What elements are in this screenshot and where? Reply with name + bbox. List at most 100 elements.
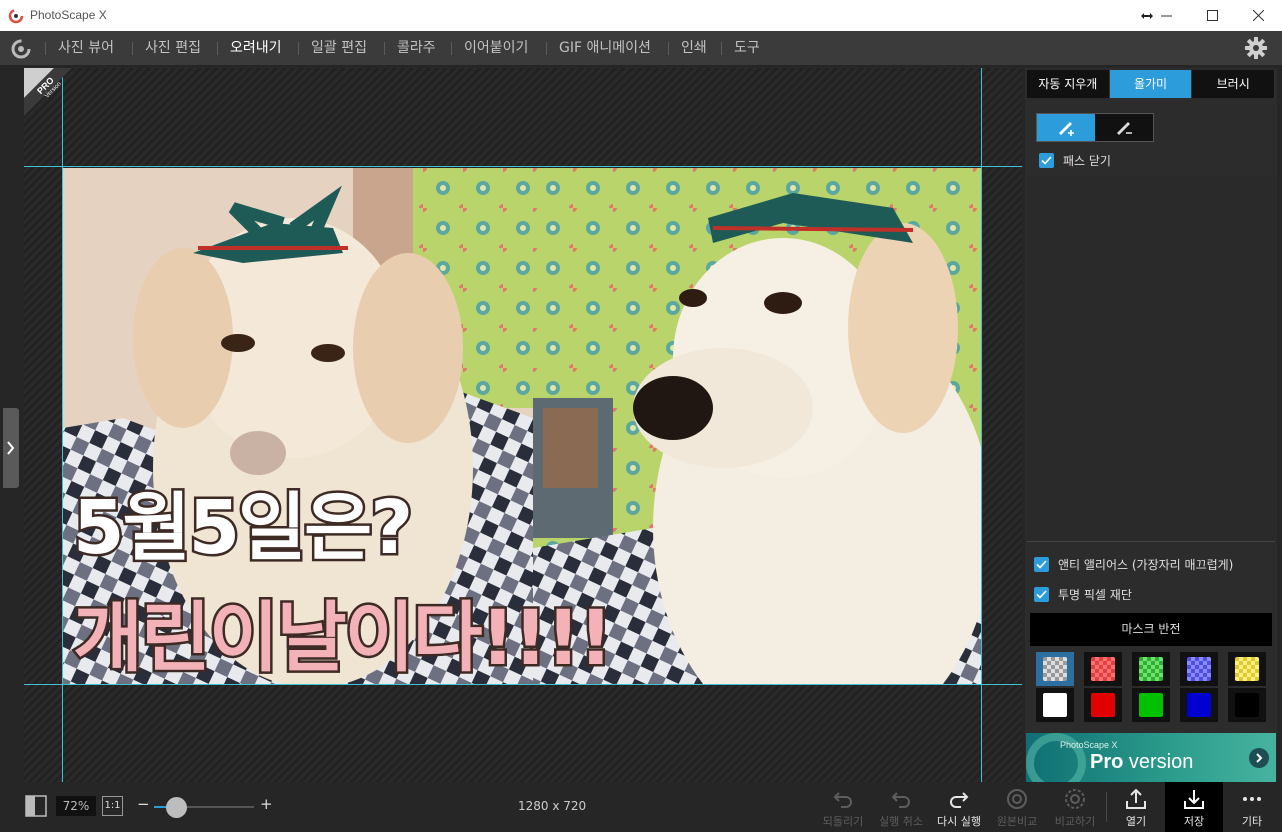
maximize-button[interactable] (1189, 0, 1235, 31)
window-title: PhotoScape X (30, 8, 107, 22)
redo-label: 다시 실행 (937, 815, 981, 828)
settings-gear-icon[interactable] (1245, 37, 1267, 59)
save-icon (1184, 790, 1204, 809)
menu-photo-viewer[interactable]: 사진 뷰어 (58, 31, 114, 65)
photoscape-logo-icon (8, 8, 24, 24)
close-path-option[interactable]: 패스 닫기 (1039, 152, 1111, 169)
swatch-black[interactable] (1228, 688, 1266, 722)
color-swatch (1187, 693, 1211, 717)
main-menu-bar: 사진 뷰어 사진 편집 오려내기 일괄 편집 콜라주 이어붙이기 GIF 애니메… (0, 31, 1282, 65)
swatch-red-checker[interactable] (1084, 652, 1122, 686)
brush-plus-icon (1059, 121, 1074, 136)
swatch-blue-checker[interactable] (1180, 652, 1218, 686)
swatch-blue[interactable] (1180, 688, 1218, 722)
compare-button[interactable]: 비교하기 (1046, 782, 1104, 832)
transparent-cut-option[interactable]: 투명 픽셀 재단 (1034, 586, 1132, 603)
tab-auto-eraser[interactable]: 자동 지우개 (1027, 70, 1110, 98)
undo-icon (891, 792, 910, 808)
close-path-checkbox[interactable] (1039, 153, 1054, 168)
checker-swatch (1235, 657, 1259, 681)
caption-line-1: 5월5일은? (70, 483, 415, 574)
pro-version-banner[interactable]: PhotoScape X Pro version (1026, 733, 1276, 782)
menu-collage[interactable]: 콜라주 (397, 31, 436, 65)
close-button[interactable] (1235, 0, 1281, 31)
photoscape-window: PhotoScape X 사진 뷰어 사진 편집 오려내기 일괄 편집 콜라주 … (0, 0, 1282, 832)
revert-label: 되돌리기 (822, 815, 864, 828)
revert-button[interactable]: 되돌리기 (814, 782, 872, 832)
chevron-right-icon (7, 441, 15, 455)
antialias-label: 앤티 앨리어스 (가장자리 매끄럽게) (1058, 558, 1234, 572)
compare-icon (1065, 789, 1085, 809)
zoom-in-icon[interactable]: + (260, 795, 273, 813)
color-swatch (1139, 693, 1163, 717)
menu-gif-animation[interactable]: GIF 애니메이션 (559, 31, 651, 65)
more-label: 기타 (1241, 815, 1263, 828)
transparent-cut-checkbox[interactable] (1034, 587, 1049, 602)
compare-original-label: 원본비교 (996, 815, 1038, 828)
zoom-slider-handle[interactable] (165, 797, 187, 818)
checker-swatch (1091, 657, 1115, 681)
checkmark-icon (1041, 156, 1052, 165)
swatch-transparent[interactable] (1036, 652, 1074, 686)
redo-button[interactable]: 다시 실행 (930, 782, 988, 832)
color-swatch (1091, 693, 1115, 717)
save-button[interactable]: 저장 (1165, 782, 1223, 832)
mask-invert-button[interactable]: 마스크 반전 (1030, 613, 1272, 646)
swatch-green[interactable] (1132, 688, 1170, 722)
color-swatch (1043, 693, 1067, 717)
open-icon (1126, 788, 1146, 809)
promo-big-text: Pro version (1090, 751, 1193, 774)
save-label: 저장 (1183, 815, 1205, 828)
menu-tools[interactable]: 도구 (734, 31, 760, 65)
title-bar: PhotoScape X (0, 0, 1282, 31)
revert-icon (833, 792, 852, 808)
close-path-label: 패스 닫기 (1063, 154, 1111, 168)
tab-brush[interactable]: 브러시 (1192, 70, 1276, 98)
undo-button[interactable]: 실행 취소 (872, 782, 930, 832)
swatch-green-checker[interactable] (1132, 652, 1170, 686)
color-swatch (1235, 693, 1259, 717)
actual-size-button[interactable]: 1:1 (102, 796, 123, 816)
home-logo-icon[interactable] (10, 38, 32, 60)
tab-lasso[interactable]: 올가미 (1109, 70, 1193, 98)
more-icon (1243, 797, 1261, 801)
zoom-out-icon[interactable]: − (137, 795, 150, 813)
menu-combine[interactable]: 이어붙이기 (464, 31, 528, 65)
antialias-option[interactable]: 앤티 앨리어스 (가장자리 매끄럽게) (1034, 556, 1233, 573)
image-dimensions: 1280 x 720 (518, 799, 587, 813)
menu-photo-editor[interactable]: 사진 편집 (145, 31, 201, 65)
open-button[interactable]: 열기 (1107, 782, 1165, 832)
undo-label: 실행 취소 (879, 815, 923, 828)
menu-batch-editor[interactable]: 일괄 편집 (311, 31, 367, 65)
pro-version-badge: PRO Version (24, 68, 72, 116)
guide-line-top[interactable] (24, 166, 1022, 167)
menu-print[interactable]: 인쇄 (681, 31, 707, 65)
lasso-subtract-button[interactable] (1095, 114, 1153, 141)
cutout-mode-tabs: 자동 지우개 올가미 브러시 (1027, 70, 1276, 98)
options-area (1027, 176, 1275, 542)
checkmark-icon (1036, 560, 1047, 569)
minimize-button[interactable] (1143, 0, 1189, 31)
edited-photo[interactable]: 5월5일은? 개린이날이다!!!! (63, 168, 981, 684)
compare-original-button[interactable]: 원본비교 (988, 782, 1046, 832)
split-view-icon[interactable] (25, 795, 47, 817)
guide-line-right[interactable] (981, 68, 982, 782)
guide-line-left[interactable] (62, 68, 63, 782)
more-button[interactable]: 기타 (1223, 782, 1281, 832)
zoom-percent-field[interactable]: 72% (56, 796, 96, 816)
checker-swatch (1187, 657, 1211, 681)
lasso-add-button[interactable] (1037, 114, 1095, 141)
caption-line-2: 개린이날이다!!!! (70, 591, 615, 685)
antialias-checkbox[interactable] (1034, 557, 1049, 572)
expand-sidebar-tab[interactable] (3, 408, 19, 488)
swatch-red[interactable] (1084, 688, 1122, 722)
promo-version-word: version (1123, 751, 1194, 773)
checkmark-icon (1036, 590, 1047, 599)
guide-line-bottom[interactable] (24, 684, 1022, 685)
menu-cut-out[interactable]: 오려내기 (230, 31, 282, 65)
compare-label: 비교하기 (1054, 815, 1096, 828)
swatch-yellow-checker[interactable] (1228, 652, 1266, 686)
promo-small-text: PhotoScape X (1060, 740, 1118, 750)
swatch-white[interactable] (1036, 688, 1074, 722)
checker-swatch (1043, 657, 1067, 681)
